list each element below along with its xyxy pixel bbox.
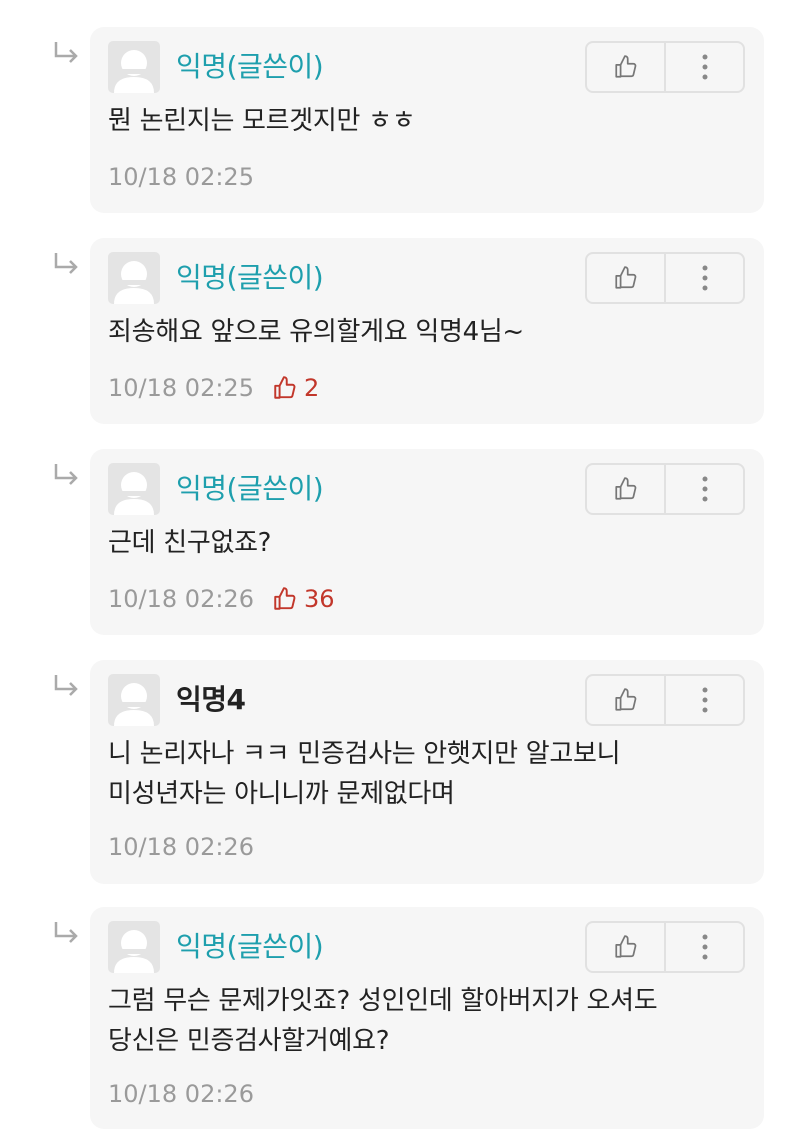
more-options-button[interactable]: [664, 43, 743, 91]
more-vertical-icon: [702, 54, 707, 80]
comment-text-line: 뭔 논린지는 모르겟지만 ㅎㅎ: [108, 106, 416, 136]
comment-actions: [585, 463, 745, 515]
comment-text-line: 미성년자는 아니니까 문제없다며: [108, 779, 455, 809]
comment-meta: 10/18 02:26 36: [108, 584, 335, 614]
comment-meta: 10/18 02:25: [108, 162, 254, 192]
comment-card: 익명(글쓴이) 그럼 무슨 문제가잇죠? 성인인데 할아버지가 오셔도 당신은 …: [90, 907, 764, 1129]
comment-thread: 익명(글쓴이) 뭔 논린지는 모르겟지만 ㅎㅎ 10/18 02:25 익명(글…: [0, 0, 800, 1130]
thumbs-up-icon: [614, 266, 636, 289]
like-button[interactable]: [587, 254, 664, 302]
comment-author[interactable]: 익명(글쓴이): [176, 930, 324, 964]
reply-arrow-icon: [54, 42, 78, 63]
comment-card: 익명(글쓴이) 죄송해요 앞으로 유의할게요 익명4님~ 10/18 02:25…: [90, 238, 764, 424]
comment-meta: 10/18 02:26: [108, 1079, 254, 1109]
thumbs-up-icon: [614, 688, 636, 711]
comment-card: 익명(글쓴이) 뭔 논린지는 모르겟지만 ㅎㅎ 10/18 02:25: [90, 27, 764, 213]
more-vertical-icon: [702, 934, 707, 960]
thumbs-up-icon: [614, 55, 636, 78]
comment-actions: [585, 252, 745, 304]
default-avatar-icon: [108, 41, 160, 93]
comment-text-line: 그럼 무슨 문제가잇죠? 성인인데 할아버지가 오셔도: [108, 986, 658, 1016]
default-avatar-icon: [108, 463, 160, 515]
default-avatar-icon: [108, 252, 160, 304]
comment-text: 죄송해요 앞으로 유의할게요 익명4님~: [108, 312, 738, 352]
like-button[interactable]: [587, 465, 664, 513]
thumbs-up-icon: [274, 587, 296, 610]
thumbs-up-icon: [614, 477, 636, 500]
comment-text-line: 죄송해요 앞으로 유의할게요 익명4님~: [108, 317, 524, 347]
comment-text-line: 니 논리자나 ㅋㅋ 민증검사는 안햇지만 알고보니: [108, 739, 621, 769]
vote-count: 36: [303, 585, 335, 613]
more-options-button[interactable]: [664, 254, 743, 302]
comment-actions: [585, 41, 745, 93]
comment-author[interactable]: 익명(글쓴이): [176, 261, 324, 295]
default-avatar-icon: [108, 921, 160, 973]
comment-actions: [585, 921, 745, 973]
like-button[interactable]: [587, 676, 664, 724]
comment-text-line: 근데 친구없죠?: [108, 528, 272, 558]
comment-timestamp: 10/18 02:25: [108, 374, 254, 402]
more-vertical-icon: [702, 687, 707, 713]
more-options-button[interactable]: [664, 676, 743, 724]
comment-timestamp: 10/18 02:26: [108, 585, 254, 613]
comment-card: 익명(글쓴이) 근데 친구없죠? 10/18 02:26 36: [90, 449, 764, 635]
comment-timestamp: 10/18 02:25: [108, 163, 254, 191]
more-options-button[interactable]: [664, 923, 743, 971]
reply-arrow-icon: [54, 464, 78, 485]
vote-count-badge: 2: [272, 373, 319, 403]
comment-text: 뭔 논린지는 모르겟지만 ㅎㅎ: [108, 101, 738, 141]
comment-author[interactable]: 익명(글쓴이): [176, 472, 324, 506]
comment-meta: 10/18 02:25 2: [108, 373, 319, 403]
reply-arrow-icon: [54, 675, 78, 696]
reply-arrow-icon: [54, 253, 78, 274]
like-button[interactable]: [587, 43, 664, 91]
more-vertical-icon: [702, 265, 707, 291]
comment-text: 니 논리자나 ㅋㅋ 민증검사는 안햇지만 알고보니 미성년자는 아니니까 문제없…: [108, 734, 738, 814]
more-vertical-icon: [702, 476, 707, 502]
comment-text: 그럼 무슨 문제가잇죠? 성인인데 할아버지가 오셔도 당신은 민증검사할거예요…: [108, 981, 738, 1061]
default-avatar-icon: [108, 674, 160, 726]
more-options-button[interactable]: [664, 465, 743, 513]
vote-count-badge: 36: [272, 584, 335, 614]
thumbs-up-icon: [614, 935, 636, 958]
comment-timestamp: 10/18 02:26: [108, 833, 254, 861]
vote-count: 2: [303, 374, 320, 402]
comment-card: 익명4 니 논리자나 ㅋㅋ 민증검사는 안햇지만 알고보니 미성년자는 아니니까…: [90, 660, 764, 884]
comment-text-line: 당신은 민증검사할거예요?: [108, 1026, 390, 1056]
comment-author[interactable]: 익명(글쓴이): [176, 50, 324, 84]
comment-timestamp: 10/18 02:26: [108, 1080, 254, 1108]
thumbs-up-icon: [274, 376, 296, 399]
comment-meta: 10/18 02:26: [108, 832, 254, 862]
comment-actions: [585, 674, 745, 726]
like-button[interactable]: [587, 923, 664, 971]
reply-arrow-icon: [54, 922, 78, 943]
comment-author[interactable]: 익명4: [176, 683, 246, 717]
comment-text: 근데 친구없죠?: [108, 523, 738, 563]
